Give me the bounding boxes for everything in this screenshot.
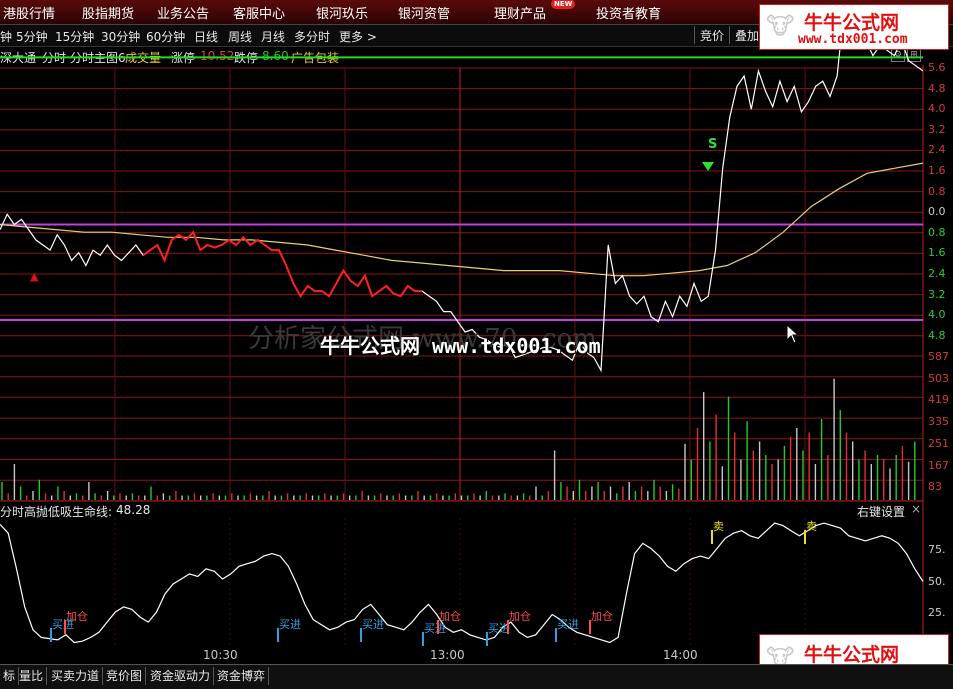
- time-label-1300: 13:00: [430, 648, 465, 662]
- volume-axis-tick: 503: [928, 372, 949, 385]
- price-axis-tick: 2.4: [928, 143, 946, 156]
- price-axis-tick: 4.0: [928, 308, 946, 321]
- add-position-label: 加仓: [509, 610, 531, 623]
- brand-logo-top: 🐮 牛牛公式网 www.tdx001.com: [759, 4, 949, 50]
- volume-axis-tick: 167: [928, 459, 949, 472]
- buy-signal-label-stick: [555, 628, 557, 642]
- price-axis-tick: 4.8: [928, 329, 946, 342]
- buy-signal-label-stick: [422, 632, 424, 646]
- add-position-label-stick: [437, 620, 439, 634]
- price-axis-tick: 4.0: [928, 102, 946, 115]
- add-position-label: 加仓: [66, 610, 88, 623]
- average-price-line: [0, 162, 924, 277]
- life-line-value: 48.28: [116, 503, 151, 517]
- price-axis-tick: 5.6: [928, 61, 946, 74]
- logo-title: 牛牛公式网: [804, 12, 900, 34]
- sell-signal-marker: S: [708, 137, 718, 152]
- time-label-1400: 14:00: [663, 648, 698, 662]
- add-position-label-stick: [589, 620, 591, 634]
- add-position-label-stick: [507, 620, 509, 634]
- indicator-tick-25: 25.: [928, 606, 946, 619]
- logo-title: 牛牛公式网: [804, 644, 900, 666]
- sell-signal-label: 卖: [806, 520, 817, 533]
- volume-axis-tick: 251: [928, 437, 949, 450]
- sell-signal-label: 卖: [713, 520, 724, 533]
- tab-capital-game[interactable]: 资金博弈: [214, 667, 270, 685]
- buy-signal-label: 买进: [279, 618, 301, 631]
- price-axis-tick: 0.8: [928, 185, 946, 198]
- right-click-settings[interactable]: 右键设置: [857, 503, 905, 520]
- buy-signal-label-stick: [360, 628, 362, 642]
- add-position-label: 加仓: [439, 610, 461, 623]
- price-axis-tick: 1.6: [928, 246, 946, 259]
- logo-url: www.tdx001.com: [798, 32, 908, 47]
- volume-axis-tick: 83: [928, 480, 942, 493]
- indicator-lines: [0, 522, 924, 644]
- price-axis-tick: 0.8: [928, 226, 946, 239]
- price-axis-tick: 2.4: [928, 267, 946, 280]
- buy-signal-label: 买进: [557, 618, 579, 631]
- tab-buy-sell-force[interactable]: 买卖力道: [48, 667, 104, 685]
- mouse-cursor-icon: [786, 324, 800, 344]
- tab-capital-drive[interactable]: 资金驱动力: [147, 667, 215, 685]
- price-line: [0, 6, 924, 373]
- time-label-1030: 10:30: [203, 648, 238, 662]
- chart-grid: [0, 56, 924, 664]
- price-axis-tick: 4.8: [928, 82, 946, 95]
- indicator-tick-75: 75.: [928, 543, 946, 556]
- price-axis-tick: 1.6: [928, 164, 946, 177]
- life-line-label: 生命线:: [72, 505, 113, 519]
- buy-signal-label-stick: [277, 628, 279, 642]
- add-position-label-stick: [64, 620, 66, 634]
- sell-signal-label-stick: [804, 530, 806, 544]
- volume-axis-tick: 419: [928, 393, 949, 406]
- main-watermark: 牛牛公式网 www.tdx001.com: [320, 334, 601, 358]
- buy-signal-label-stick: [486, 632, 488, 646]
- sell-signal-label-stick: [711, 530, 713, 544]
- price-lines: [0, 6, 924, 373]
- indicator-tick-50: 50.: [928, 575, 946, 588]
- tab-auction-chart[interactable]: 竞价图: [103, 667, 147, 685]
- sell-triangle-icon: [702, 162, 714, 171]
- price-axis-tick: 0.0: [928, 205, 946, 218]
- cow-mascot-icon: 🐮: [766, 12, 795, 40]
- indicator-line: [0, 522, 924, 644]
- highlighted-price-segment: [142, 230, 423, 299]
- volume-axis-tick: 587: [928, 350, 949, 363]
- bottom-tab-bar: 标 量比 买卖力道 竞价图 资金驱动力 资金博弈: [0, 664, 953, 689]
- volume-axis-tick: 335: [928, 415, 949, 428]
- buy-signal-label-stick: [50, 628, 52, 642]
- tab-volume-ratio[interactable]: 量比: [16, 667, 48, 685]
- buy-signal-marker-icon: ▲: [30, 270, 39, 283]
- price-axis-tick: 3.2: [928, 288, 946, 301]
- close-icon[interactable]: ×: [911, 502, 921, 516]
- buy-signal-label: 买进: [362, 618, 384, 631]
- indicator-name: 分时高抛低吸: [0, 505, 73, 519]
- add-position-label: 加仓: [591, 610, 613, 623]
- price-axis-tick: 3.2: [928, 123, 946, 136]
